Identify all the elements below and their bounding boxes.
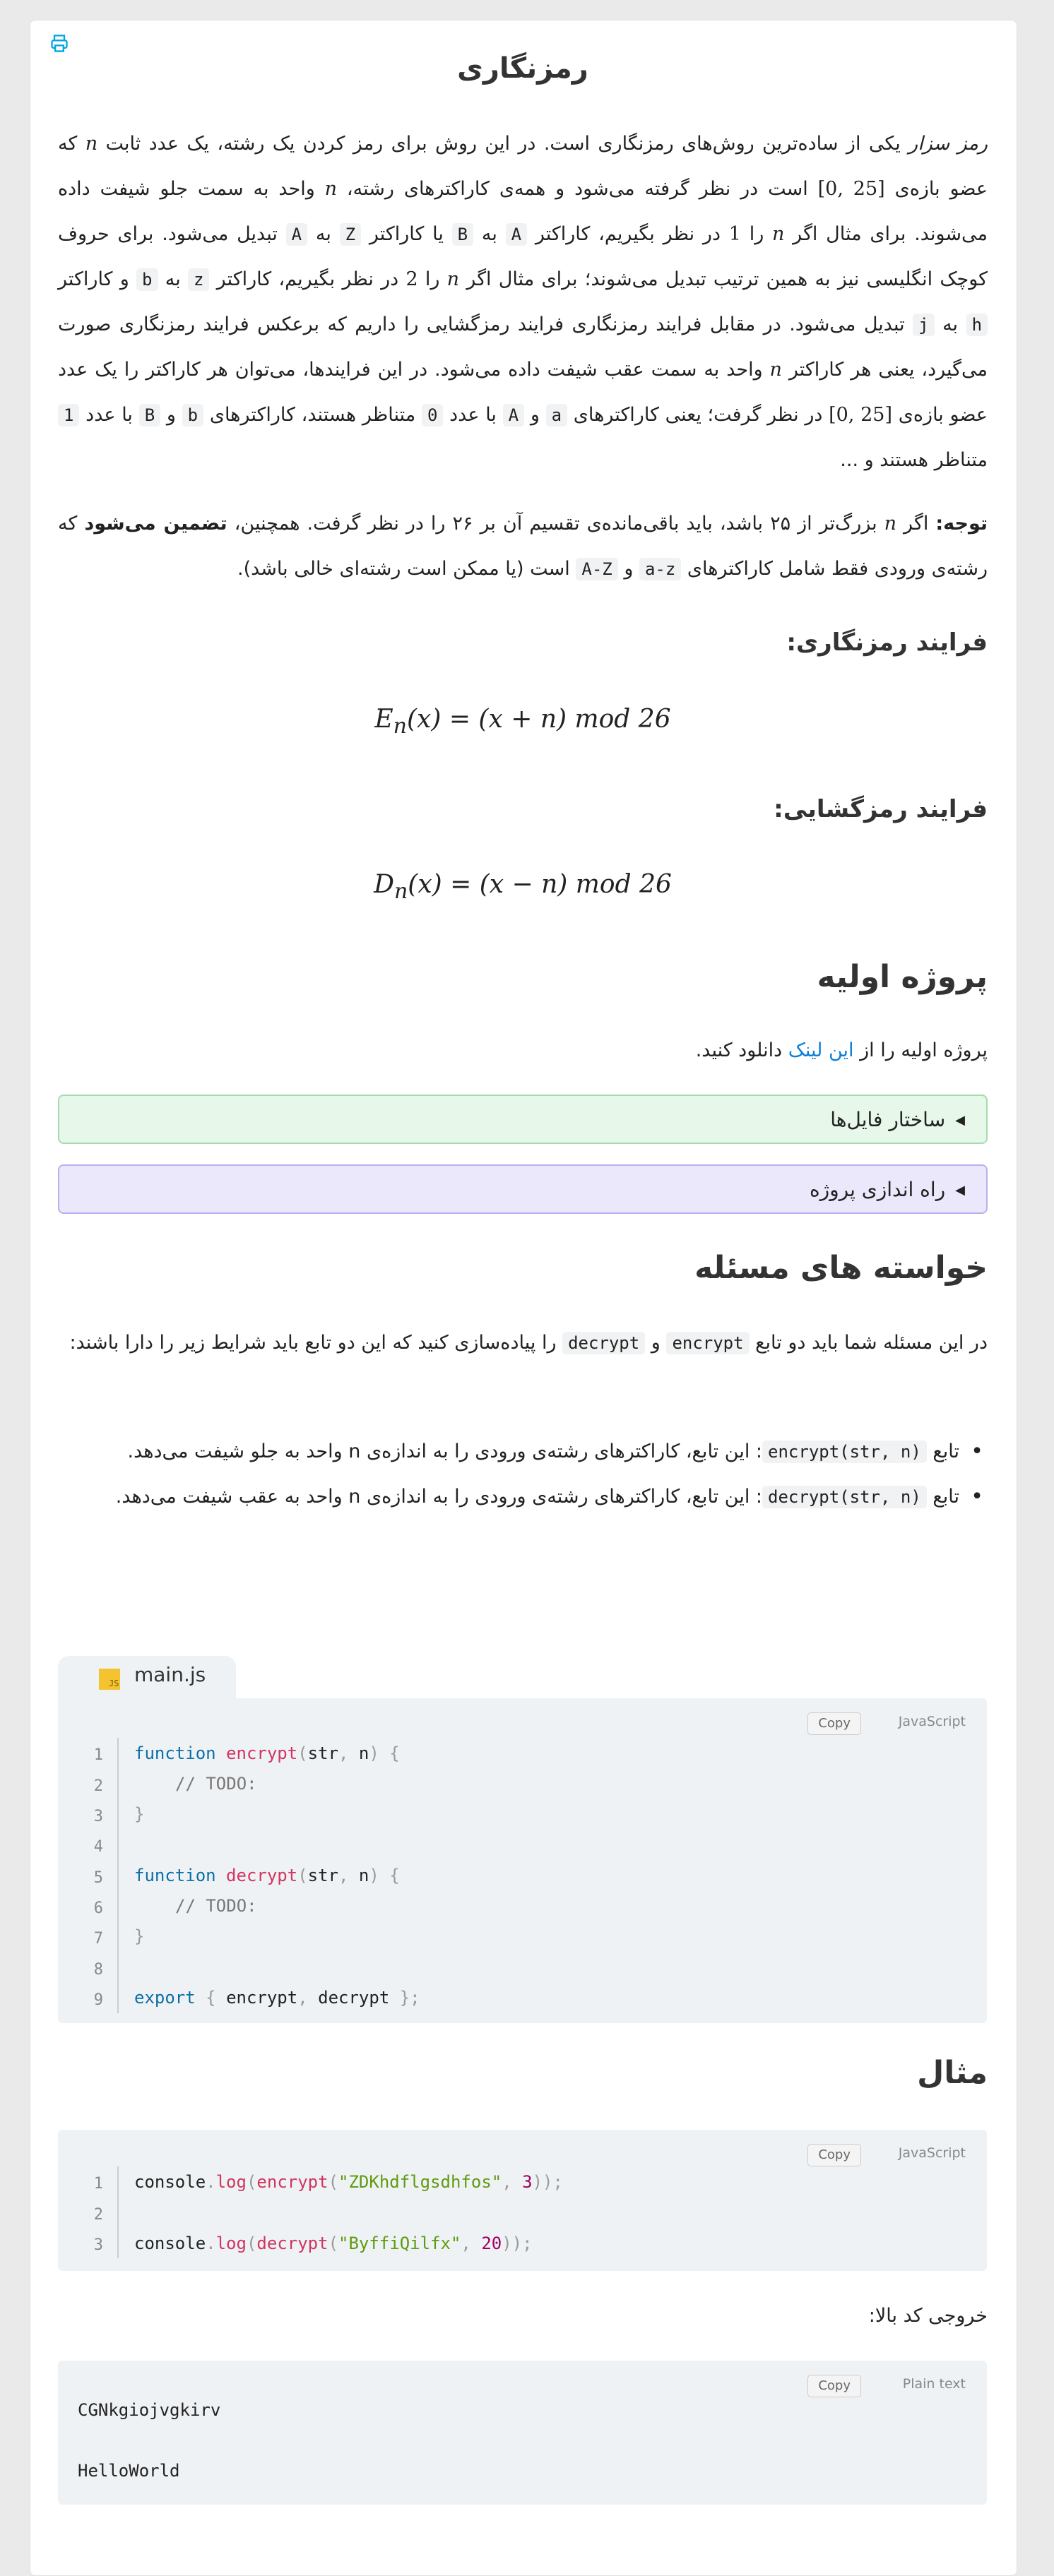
decrypt-heading: فرایند رمزگشایی: (774, 795, 988, 823)
copy-button[interactable]: Copy (807, 1712, 861, 1735)
code-line: // TODO: (175, 1774, 257, 1794)
main-js-code-block: Copy JavaScript 1 2 3 4 5 6 7 8 9 functi… (58, 1698, 987, 2023)
code-line: } (134, 1804, 145, 1824)
requirements-list: تابع encrypt(str, n): این تابع، کاراکتره… (58, 1429, 988, 1520)
encrypt-heading: فرایند رمزنگاری: (786, 628, 988, 657)
list-item: تابع decrypt(str, n): این تابع، کاراکتره… (58, 1474, 983, 1520)
copy-button[interactable]: Copy (807, 2375, 861, 2397)
printer-icon[interactable] (49, 34, 69, 54)
output-block: Copy Plain text CGNkgiojvgkirv HelloWorl… (58, 2361, 987, 2505)
code-line: function decrypt(str, n) { (134, 1866, 400, 1885)
language-label: Plain text (902, 2376, 966, 2392)
example-code-block: Copy JavaScript 1 2 3 console.log(encryp… (58, 2130, 987, 2271)
initial-project-text: پروژه اولیه را از این لینک دانلود کنید. (695, 1039, 988, 1061)
intro-paragraph: رمز سزار یکی از ساده‌ترین روش‌های رمزنگا… (58, 133, 988, 471)
note-paragraph: توجه: اگر n بزرگ‌تر از ۲۵ باشد، باید باق… (58, 513, 988, 580)
code-line: function encrypt(str, n) { (134, 1743, 400, 1763)
code-line: console.log(decrypt("ByffiQilfx", 20)); (134, 2234, 533, 2253)
file-tab-label: main.js (134, 1663, 206, 1686)
requirements-heading: خواسته های مسئله (694, 1250, 988, 1286)
requirements-intro: در این مسئله شما باید دو تابع encrypt و … (69, 1332, 988, 1354)
code-line: export { encrypt, decrypt }; (134, 1988, 420, 2008)
output-line: HelloWorld (78, 2461, 180, 2481)
list-item: تابع encrypt(str, n): این تابع، کاراکتره… (58, 1429, 983, 1474)
page-title: رمزنگاری (457, 52, 588, 85)
disclosure-triangle-icon: ◀ (955, 1183, 965, 1198)
line-number-gutter: 1 2 3 4 5 6 7 8 9 (75, 1738, 119, 2013)
decrypt-formula: Dn(x) = (x − n) mod 26 (374, 870, 672, 905)
code-line: } (134, 1926, 145, 1946)
code-line: console.log(encrypt("ZDKhdflgsdhfos", 3)… (134, 2172, 563, 2192)
project-setup-details[interactable]: ◀راه اندازی پروژه (58, 1164, 988, 1214)
line-number-gutter: 1 2 3 (75, 2166, 119, 2258)
file-structure-details[interactable]: ◀ساختار فایل‌ها (58, 1095, 988, 1144)
example-heading: مثال (917, 2055, 988, 2091)
disclosure-triangle-icon: ◀ (955, 1113, 965, 1128)
encrypt-formula: En(x) = (x + n) mod 26 (374, 705, 671, 739)
output-label: خروجی کد بالا: (868, 2305, 988, 2327)
output-line: CGNkgiojvgkirv (78, 2400, 221, 2420)
language-label: JavaScript (898, 1714, 966, 1729)
initial-project-heading: پروژه اولیه (817, 959, 988, 995)
language-label: JavaScript (898, 2145, 966, 2161)
copy-button[interactable]: Copy (807, 2144, 861, 2166)
code-line: // TODO: (175, 1896, 257, 1916)
download-link[interactable]: این لینک (788, 1039, 854, 1061)
file-tab-main-js[interactable]: JS main.js (58, 1656, 236, 1698)
js-file-icon: JS (99, 1669, 120, 1690)
